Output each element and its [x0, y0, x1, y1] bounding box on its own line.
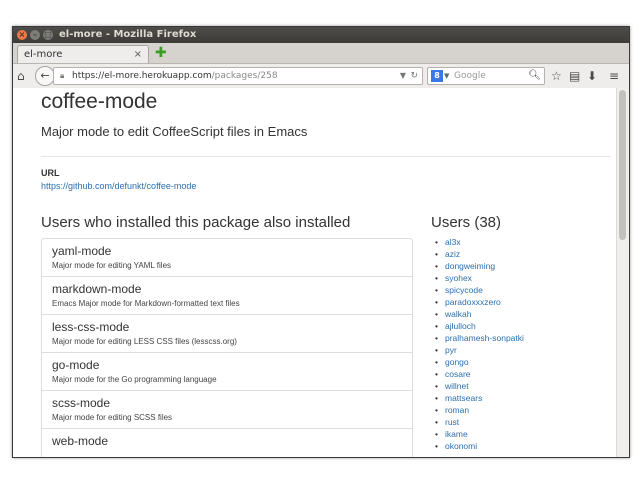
users-list: al3xazizdongweimingsyohexspicycodeparado… — [435, 236, 524, 452]
lock-icon: 🔒︎ — [60, 71, 65, 80]
package-name[interactable]: yaml-mode — [52, 244, 111, 258]
package-name[interactable]: web-mode — [52, 434, 108, 448]
package-name[interactable]: scss-mode — [52, 396, 110, 410]
downloads-icon[interactable]: ⬇ — [587, 68, 597, 84]
tab-close-icon[interactable]: × — [134, 46, 142, 64]
also-installed-list: yaml-mode Major mode for editing YAML fi… — [41, 238, 413, 457]
divider — [41, 156, 611, 157]
user-link[interactable]: pralhamesh-sonpatki — [435, 332, 524, 344]
user-link[interactable]: dongweiming — [435, 260, 524, 272]
package-description: Major mode to edit CoffeeScript files in… — [41, 124, 308, 139]
tab-el-more[interactable]: el-more × — [17, 45, 149, 63]
page-content: coffee-mode Major mode to edit CoffeeScr… — [13, 88, 617, 457]
package-name[interactable]: go-mode — [52, 358, 99, 372]
nav-bar: ⌂ ← 🔒︎ https://el-more.herokuapp.com/pac… — [13, 64, 629, 89]
user-link[interactable]: cosare — [435, 368, 524, 380]
scrollbar-thumb[interactable] — [619, 90, 626, 240]
url-dropdown-icon[interactable]: ▼ — [400, 68, 406, 84]
new-tab-icon[interactable]: ✚ — [155, 45, 167, 61]
back-button[interactable]: ← — [35, 66, 55, 86]
user-link[interactable]: paradoxxxzero — [435, 296, 524, 308]
user-link[interactable]: aziz — [435, 248, 524, 260]
list-item[interactable]: markdown-mode Emacs Major mode for Markd… — [42, 277, 412, 315]
package-desc: Major mode for editing LESS CSS files (l… — [52, 337, 237, 346]
close-window-icon[interactable]: × — [17, 30, 27, 40]
package-desc: Emacs Major mode for Markdown-formatted … — [52, 299, 240, 308]
search-input[interactable]: Google — [454, 71, 486, 81]
search-icon[interactable]: 🔍︎ — [528, 68, 541, 84]
window-title: el-more - Mozilla Firefox — [59, 29, 197, 40]
browser-window: × – □ el-more - Mozilla Firefox el-more … — [12, 26, 630, 458]
list-item[interactable]: yaml-mode Major mode for editing YAML fi… — [42, 239, 412, 277]
user-link[interactable]: rust — [435, 416, 524, 428]
scrollbar[interactable] — [616, 88, 629, 457]
list-item[interactable]: scss-mode Major mode for editing SCSS fi… — [42, 391, 412, 429]
user-link[interactable]: spicycode — [435, 284, 524, 296]
list-item[interactable]: web-mode — [42, 429, 412, 457]
user-link[interactable]: ikame — [435, 428, 524, 440]
search-engine-icon[interactable]: 8 — [431, 70, 443, 82]
user-link[interactable]: ajlulloch — [435, 320, 524, 332]
url-label: URL — [41, 168, 60, 178]
url-path: /packages/258 — [211, 71, 278, 81]
user-link[interactable]: gongo — [435, 356, 524, 368]
user-link[interactable]: al3x — [435, 236, 524, 248]
minimize-window-icon[interactable]: – — [30, 30, 40, 40]
bookmark-star-icon[interactable]: ☆ — [551, 68, 562, 84]
also-installed-heading: Users who installed this package also in… — [41, 214, 351, 231]
url-host: https://el-more.herokuapp.com — [72, 71, 212, 81]
menu-icon[interactable]: ≡ — [609, 68, 619, 84]
title-bar: × – □ el-more - Mozilla Firefox — [13, 27, 629, 43]
package-name[interactable]: less-css-mode — [52, 320, 129, 334]
page-title: coffee-mode — [41, 90, 158, 113]
user-link[interactable]: okonomi — [435, 440, 524, 452]
tab-label: el-more — [24, 49, 63, 60]
user-link[interactable]: pyr — [435, 344, 524, 356]
package-desc: Major mode for editing YAML files — [52, 261, 172, 270]
search-engine-dropdown-icon[interactable]: ▼ — [444, 68, 449, 84]
user-link[interactable]: mattsears — [435, 392, 524, 404]
package-desc: Major mode for editing SCSS files — [52, 413, 173, 422]
tab-strip: el-more × ✚ — [13, 43, 629, 64]
user-link[interactable]: syohex — [435, 272, 524, 284]
bookmarks-menu-icon[interactable]: ▤ — [569, 68, 580, 84]
users-heading: Users (38) — [431, 214, 502, 231]
package-name[interactable]: markdown-mode — [52, 282, 141, 296]
home-icon[interactable]: ⌂ — [17, 68, 25, 84]
package-desc: Major mode for the Go programming langua… — [52, 375, 217, 384]
reload-icon[interactable]: ↻ — [410, 68, 418, 84]
package-url-link[interactable]: https://github.com/defunkt/coffee-mode — [41, 181, 196, 191]
user-link[interactable]: roman — [435, 404, 524, 416]
url-bar[interactable]: 🔒︎ https://el-more.herokuapp.com/package… — [53, 67, 423, 85]
list-item[interactable]: go-mode Major mode for the Go programmin… — [42, 353, 412, 391]
user-link[interactable]: willnet — [435, 380, 524, 392]
list-item[interactable]: less-css-mode Major mode for editing LES… — [42, 315, 412, 353]
maximize-window-icon[interactable]: □ — [43, 30, 53, 40]
user-link[interactable]: walkah — [435, 308, 524, 320]
search-bar[interactable]: 8 ▼ Google 🔍︎ — [427, 67, 545, 85]
